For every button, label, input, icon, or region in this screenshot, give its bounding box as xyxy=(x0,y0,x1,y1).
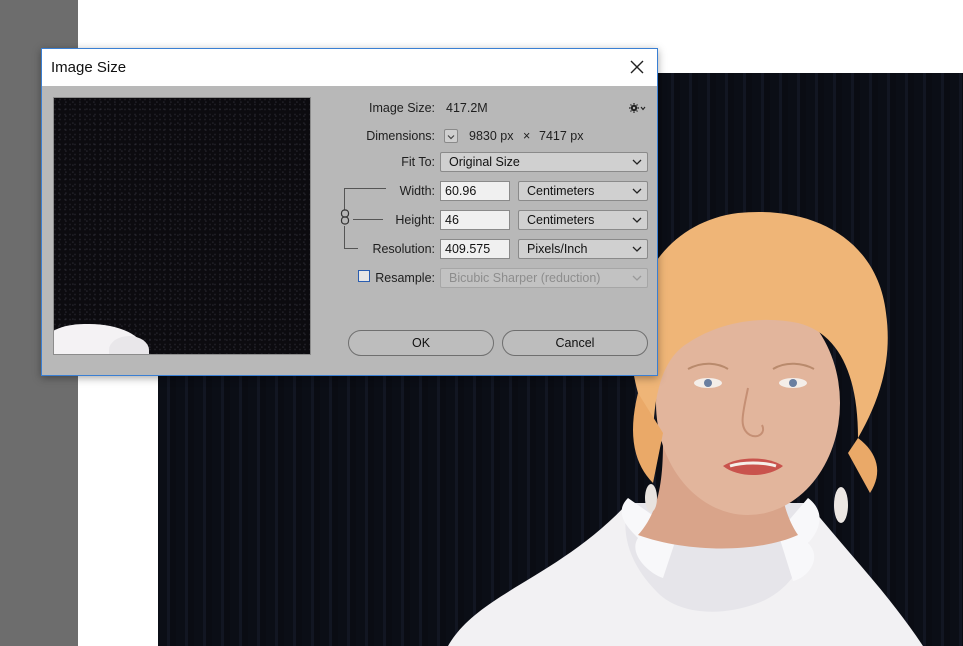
chevron-down-icon xyxy=(447,135,455,140)
ok-button[interactable]: OK xyxy=(348,330,494,356)
resolution-unit-value: Pixels/Inch xyxy=(527,242,588,256)
cancel-button[interactable]: Cancel xyxy=(502,330,648,356)
chevron-down-icon xyxy=(632,217,642,223)
chevron-down-icon xyxy=(632,275,642,281)
height-unit-value: Centimeters xyxy=(527,213,595,227)
gear-icon[interactable] xyxy=(628,101,646,113)
resample-method-value: Bicubic Sharper (reduction) xyxy=(449,271,601,285)
fit-to-value: Original Size xyxy=(449,155,520,169)
dimensions-width-value: 9830 px xyxy=(469,129,514,143)
chevron-down-icon xyxy=(632,159,642,165)
height-label: Height: xyxy=(395,213,435,227)
image-size-dialog: Image Size Image Size: 417.2M Dimensions… xyxy=(41,48,658,376)
close-icon[interactable] xyxy=(627,57,647,77)
image-size-label: Image Size: xyxy=(368,101,435,115)
image-preview[interactable] xyxy=(53,97,311,355)
preview-noise xyxy=(54,98,310,354)
image-size-value: 417.2M xyxy=(446,101,488,115)
dimensions-separator: × xyxy=(523,129,531,143)
fit-to-label: Fit To: xyxy=(401,155,435,169)
dialog-title: Image Size xyxy=(51,59,127,76)
resample-label: Resample: xyxy=(375,271,435,285)
width-unit-value: Centimeters xyxy=(527,184,595,198)
resolution-unit-select[interactable]: Pixels/Inch xyxy=(518,239,648,259)
chevron-down-icon xyxy=(632,188,642,194)
width-label: Width: xyxy=(399,184,435,198)
dimensions-label: Dimensions: xyxy=(366,129,435,143)
dimensions-height-value: 7417 px xyxy=(539,129,584,143)
fit-to-select[interactable]: Original Size xyxy=(440,152,648,172)
resample-method-select[interactable]: Bicubic Sharper (reduction) xyxy=(440,268,648,288)
resolution-input[interactable]: 409.575 xyxy=(440,239,510,259)
height-unit-select[interactable]: Centimeters xyxy=(518,210,648,230)
dialog-titlebar: Image Size xyxy=(42,49,657,86)
resolution-label: Resolution: xyxy=(372,242,435,256)
height-input[interactable]: 46 xyxy=(440,210,510,230)
chevron-down-icon xyxy=(632,246,642,252)
width-input[interactable]: 60.96 xyxy=(440,181,510,201)
dimensions-units-toggle[interactable] xyxy=(444,129,458,143)
width-unit-select[interactable]: Centimeters xyxy=(518,181,648,201)
